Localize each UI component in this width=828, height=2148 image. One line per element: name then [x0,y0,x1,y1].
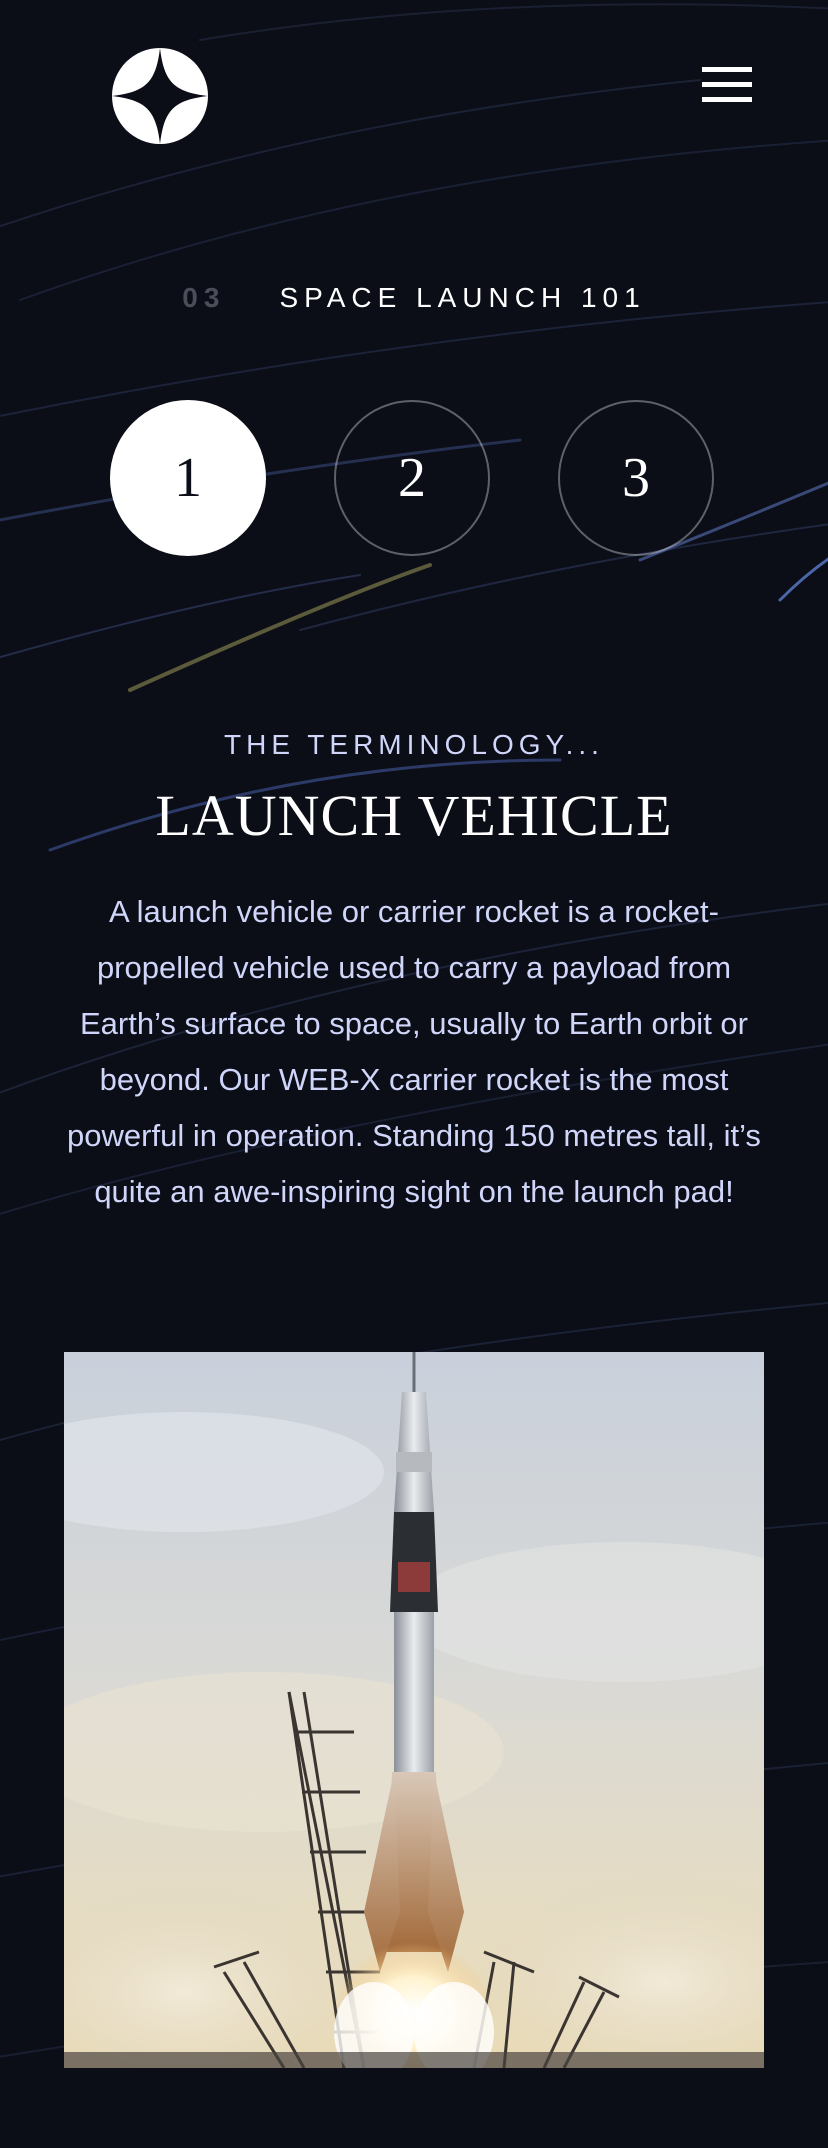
vehicle-description: A launch vehicle or carrier rocket is a … [67,894,761,1209]
crew-technology-page: 03 SPACE LAUNCH 101 1 2 3 THE TERMINOLOGY… [0,0,828,2148]
step-selector: 1 2 3 [0,400,828,560]
menu-bar [702,97,752,102]
step-button-3[interactable]: 3 [558,400,714,556]
hamburger-menu-icon[interactable] [698,64,756,104]
step-button-1[interactable]: 1 [110,400,266,556]
page-number: 03 [182,282,226,313]
star-logo-icon[interactable] [112,48,208,144]
page-title: SPACE LAUNCH 101 [279,282,646,313]
step-button-2[interactable]: 2 [334,400,490,556]
vehicle-title: LAUNCH VEHICLE [155,783,673,848]
page-heading: 03 SPACE LAUNCH 101 [0,278,828,318]
menu-bar [702,67,752,72]
menu-bar [702,82,752,87]
launch-vehicle-image [64,1352,764,2068]
terminology-eyebrow: THE TERMINOLOGY... [224,729,604,760]
